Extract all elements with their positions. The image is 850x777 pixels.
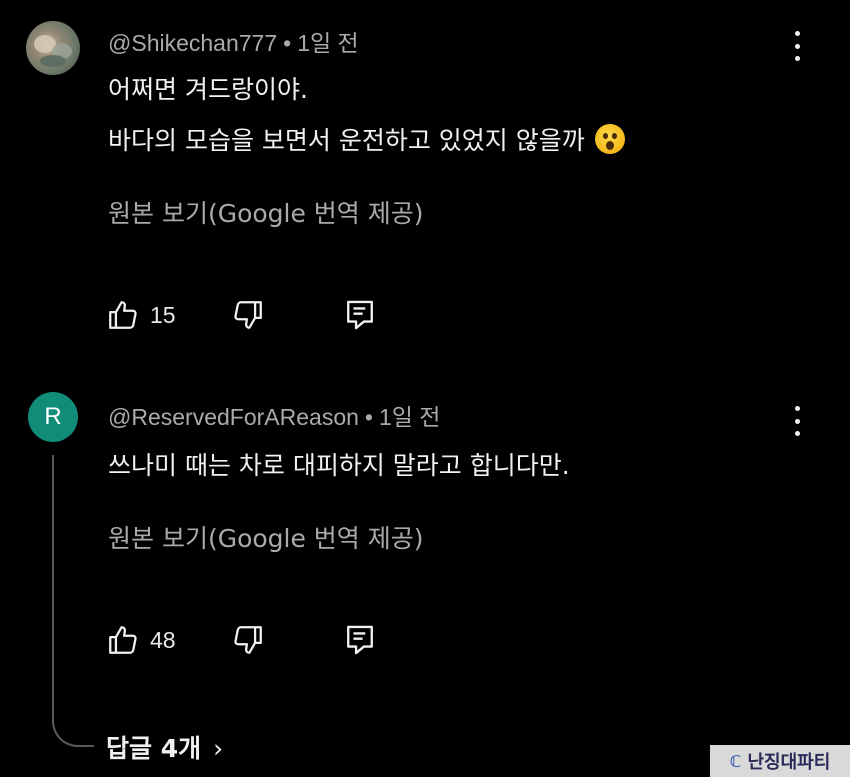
watermark-text: 난징대파티 [747,752,831,773]
comment-header: @ReservedForAReason • 1일 전 [108,398,440,432]
comment-text-line: 쓰나미 때는 차로 대피하지 말라고 합니다만. [108,451,570,480]
chevron-right-icon: › [213,734,224,763]
reply-icon[interactable] [344,623,376,657]
like-count: 48 [150,627,176,653]
dislike-icon[interactable] [231,623,265,657]
comment-author-handle[interactable]: @Shikechan777 [108,30,277,56]
comment-header: @Shikechan777 • 1일 전 [108,24,359,58]
meta-separator: • [364,404,373,430]
more-options-icon[interactable] [787,31,807,61]
user-avatar[interactable]: R [28,392,78,442]
user-avatar[interactable] [26,21,80,75]
avatar-image-part [40,55,66,67]
replies-label: 답글 4개 [106,734,202,763]
like-count: 15 [150,302,176,328]
watermark-logo-icon: ℂ [729,751,742,771]
more-options-icon[interactable] [787,406,807,436]
reply-thread-line [52,455,94,747]
dislike-icon[interactable] [231,298,265,332]
watermark: ℂ 난징대파티 [710,745,850,777]
show-original-button[interactable]: 원본 보기(Google 번역 제공) [108,194,424,230]
like-icon[interactable] [106,298,140,332]
view-replies-button[interactable]: 답글 4개 › [106,729,223,765]
reply-icon[interactable] [344,298,376,332]
comment-author-handle[interactable]: @ReservedForAReason [108,404,359,430]
show-original-button[interactable]: 원본 보기(Google 번역 제공) [108,519,424,555]
meta-separator: • [283,30,292,56]
like-icon[interactable] [106,623,140,657]
comment-text-line-2: 바다의 모습을 보면서 운전하고 있었지 않을까 [108,121,625,157]
comment-text-line: 어쩌면 겨드랑이야. [108,75,308,104]
comment-timestamp[interactable]: 1일 전 [379,404,441,430]
hushed-face-emoji-icon [594,124,625,154]
comment-text: 바다의 모습을 보면서 운전하고 있었지 않을까 [108,126,585,155]
comment-timestamp[interactable]: 1일 전 [297,30,359,56]
